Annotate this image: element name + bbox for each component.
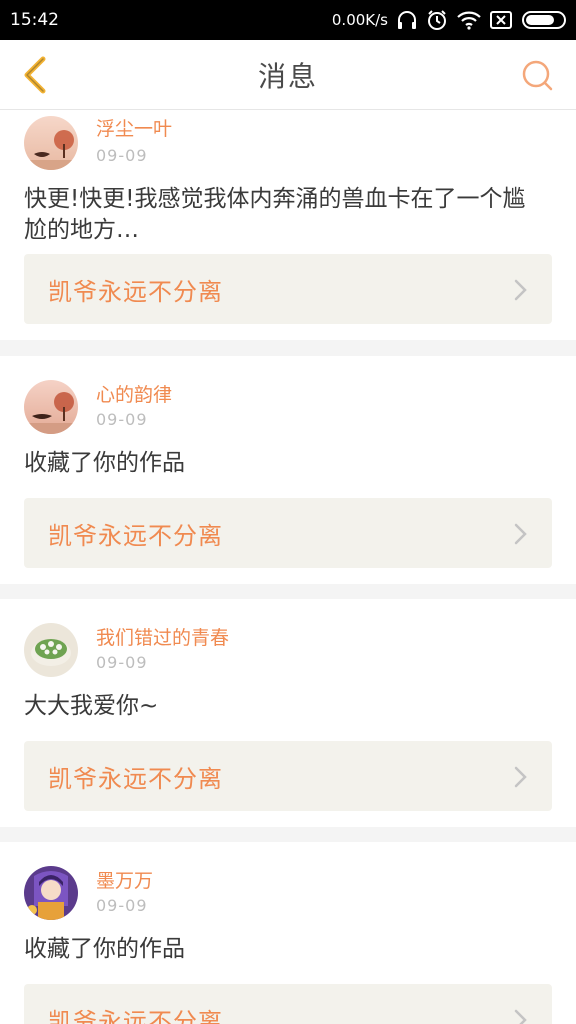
chevron-right-icon: [514, 766, 527, 788]
work-link[interactable]: 凯爷永远不分离: [24, 254, 552, 324]
message-text: 大大我爱你~: [24, 693, 159, 719]
headphones-icon: [396, 10, 418, 30]
page-title: 消息: [257, 59, 318, 93]
network-speed: 0.00K/s: [331, 11, 388, 29]
message-date: 09-09: [96, 653, 148, 672]
app-header: 消息: [0, 40, 576, 110]
avatar[interactable]: [24, 380, 78, 434]
avatar[interactable]: [24, 866, 78, 920]
message-card: 墨万万 09-09 收藏了你的作品 凯爷永远不分离: [0, 842, 576, 1024]
message-text: 收藏了你的作品: [24, 450, 185, 476]
status-icons: 0.00K/s: [332, 9, 566, 31]
message-text: 收藏了你的作品: [24, 936, 185, 962]
work-title: 凯爷永远不分离: [48, 277, 223, 306]
status-time: 15:42: [10, 10, 59, 30]
username[interactable]: 心的韵律: [96, 380, 172, 407]
chevron-left-icon: [24, 56, 46, 94]
username[interactable]: 我们错过的青春: [96, 623, 229, 650]
message-card: 浮尘一叶 09-09 快更!快更!我感觉我体内奔涌的兽血卡在了一个尴尬的地方… …: [0, 110, 576, 340]
search-button[interactable]: [516, 54, 558, 96]
message-text: 快更!快更!我感觉我体内奔涌的兽血卡在了一个尴尬的地方…: [24, 186, 526, 243]
work-link[interactable]: 凯爷永远不分离: [24, 498, 552, 568]
alarm-icon: [426, 9, 448, 31]
work-title: 凯爷永远不分离: [48, 764, 223, 793]
message-card: 我们错过的青春 09-09 大大我爱你~ 凯爷永远不分离: [0, 599, 576, 827]
work-link[interactable]: 凯爷永远不分离: [24, 741, 552, 811]
chevron-right-icon: [514, 279, 527, 301]
message-date: 09-09: [96, 146, 148, 165]
back-button[interactable]: [12, 52, 58, 98]
username[interactable]: 浮尘一叶: [96, 114, 172, 141]
search-icon: [522, 60, 553, 91]
message-feed[interactable]: 浮尘一叶 09-09 快更!快更!我感觉我体内奔涌的兽血卡在了一个尴尬的地方… …: [0, 110, 576, 1024]
wifi-icon: [456, 10, 482, 30]
avatar[interactable]: [24, 623, 78, 677]
avatar[interactable]: [24, 116, 78, 170]
message-date: 09-09: [96, 896, 148, 915]
message-date: 09-09: [96, 410, 148, 429]
chevron-right-icon: [514, 523, 527, 545]
chevron-right-icon: [514, 1009, 527, 1024]
status-bar: 15:42 0.00K/s: [0, 0, 576, 40]
message-card: 心的韵律 09-09 收藏了你的作品 凯爷永远不分离: [0, 356, 576, 584]
work-title: 凯爷永远不分离: [48, 1007, 223, 1024]
battery-icon: [522, 11, 566, 29]
username[interactable]: 墨万万: [96, 866, 153, 893]
work-title: 凯爷永远不分离: [48, 521, 223, 550]
work-link[interactable]: 凯爷永远不分离: [24, 984, 552, 1024]
sim-icon: [490, 11, 512, 29]
